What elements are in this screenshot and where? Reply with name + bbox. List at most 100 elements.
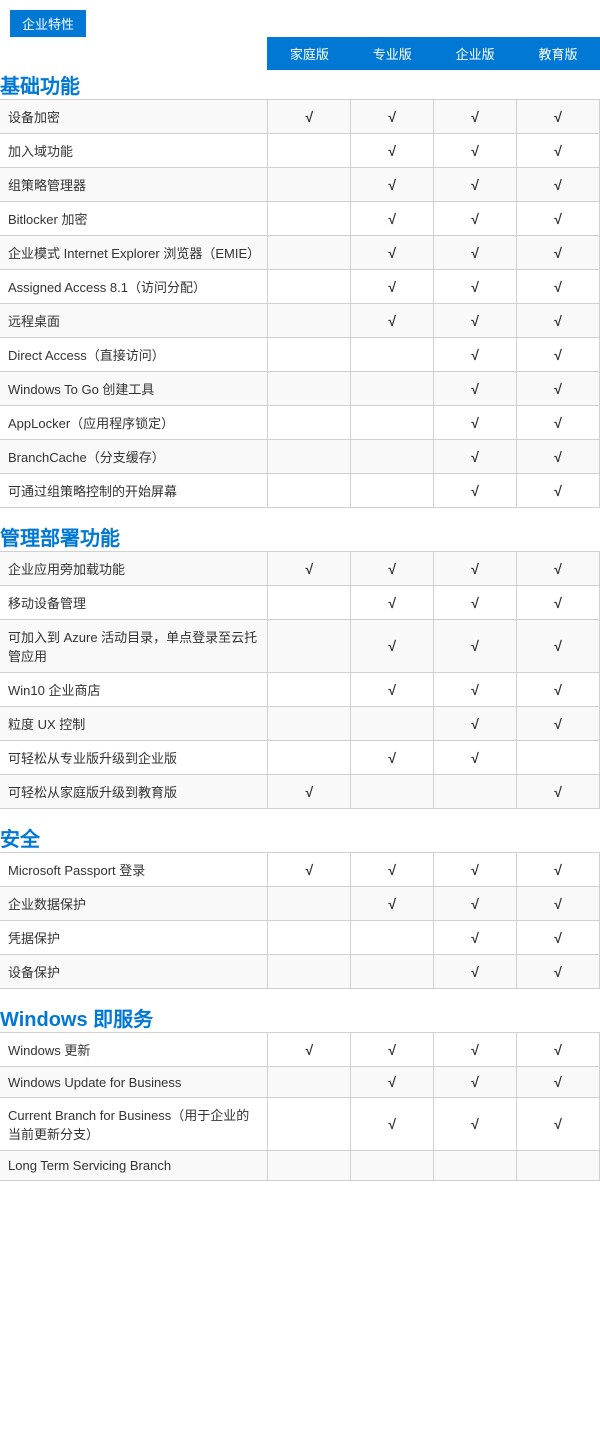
section-title-windows-service: Windows 即服务 xyxy=(0,1003,600,1033)
check-cell-pro: √ xyxy=(351,168,434,202)
table-row: 企业数据保护√√√ xyxy=(0,887,600,921)
check-cell-ent: √ xyxy=(434,100,517,134)
check-mark: √ xyxy=(554,638,562,654)
check-cell-ent: √ xyxy=(434,1098,517,1151)
check-cell-home xyxy=(268,236,351,270)
check-cell-home xyxy=(268,440,351,474)
check-cell-edu: √ xyxy=(517,620,600,673)
feature-cell: BranchCache（分支缓存） xyxy=(0,440,268,474)
feature-cell: 移动设备管理 xyxy=(0,586,268,620)
table-row: BranchCache（分支缓存） √ √ xyxy=(0,440,600,474)
table-row: 凭据保护√√ xyxy=(0,921,600,955)
table-row: Windows 更新√√√√ xyxy=(0,1033,600,1067)
check-mark: √ xyxy=(554,930,562,946)
check-cell-pro: √ xyxy=(351,236,434,270)
check-mark: √ xyxy=(471,561,479,577)
check-cell-ent: √ xyxy=(434,707,517,741)
table-row: 粒度 UX 控制√√ xyxy=(0,707,600,741)
check-cell-pro: √ xyxy=(351,1098,434,1151)
page-wrapper: 企业特性 家庭版 专业版 企业版 教育版 基础功能设备加密√√√√加入域功能√√… xyxy=(0,0,600,1181)
check-cell-home xyxy=(268,1067,351,1098)
check-cell-ent: √ xyxy=(434,955,517,989)
check-mark: √ xyxy=(471,177,479,193)
check-cell-edu: √ xyxy=(517,406,600,440)
check-cell-edu: √ xyxy=(517,921,600,955)
edu-header: 教育版 xyxy=(517,38,600,70)
check-cell-ent: √ xyxy=(434,202,517,236)
table-row: Win10 企业商店√√√ xyxy=(0,673,600,707)
check-cell-pro: √ xyxy=(351,202,434,236)
table-row: 组策略管理器 √ √ √ xyxy=(0,168,600,202)
check-mark: √ xyxy=(554,716,562,732)
table-row: Windows To Go 创建工具√√ xyxy=(0,372,600,406)
check-cell-edu: √ xyxy=(517,887,600,921)
check-mark: √ xyxy=(388,1042,396,1058)
check-mark: √ xyxy=(554,1116,562,1132)
check-cell-ent: √ xyxy=(434,552,517,586)
check-mark: √ xyxy=(388,682,396,698)
table-row: 设备加密√√√√ xyxy=(0,100,600,134)
check-mark: √ xyxy=(471,595,479,611)
check-cell-pro: √ xyxy=(351,1067,434,1098)
feature-cell: 加入域功能 xyxy=(0,134,268,168)
check-mark: √ xyxy=(471,381,479,397)
check-cell-home xyxy=(268,304,351,338)
check-cell-edu: √ xyxy=(517,236,600,270)
check-cell-edu: √ xyxy=(517,775,600,809)
check-mark: √ xyxy=(554,279,562,295)
check-mark: √ xyxy=(554,143,562,159)
check-cell-ent: √ xyxy=(434,236,517,270)
feature-cell: 可轻松从专业版升级到企业版 xyxy=(0,741,268,775)
check-cell-home xyxy=(268,707,351,741)
check-mark: √ xyxy=(554,381,562,397)
check-cell-pro xyxy=(351,474,434,508)
check-mark: √ xyxy=(388,211,396,227)
feature-cell: AppLocker（应用程序锁定） xyxy=(0,406,268,440)
check-mark: √ xyxy=(471,245,479,261)
table-row: 移动设备管理√√√ xyxy=(0,586,600,620)
check-mark: √ xyxy=(554,177,562,193)
check-mark: √ xyxy=(388,313,396,329)
feature-column-header xyxy=(0,38,268,70)
check-cell-ent: √ xyxy=(434,440,517,474)
check-mark: √ xyxy=(305,1042,313,1058)
table-row: 可轻松从专业版升级到企业版√√ xyxy=(0,741,600,775)
feature-cell: Current Branch for Business（用于企业的当前更新分支） xyxy=(0,1098,268,1151)
check-cell-edu: √ xyxy=(517,168,600,202)
check-cell-pro xyxy=(351,775,434,809)
check-cell-home xyxy=(268,887,351,921)
check-mark: √ xyxy=(554,1042,562,1058)
check-cell-home: √ xyxy=(268,1033,351,1067)
check-cell-ent: √ xyxy=(434,474,517,508)
feature-cell: 设备加密 xyxy=(0,100,268,134)
feature-cell: 组策略管理器 xyxy=(0,168,268,202)
table-row: 远程桌面√√√ xyxy=(0,304,600,338)
table-row: Windows Update for Business√√√ xyxy=(0,1067,600,1098)
check-mark: √ xyxy=(388,143,396,159)
feature-cell: 设备保护 xyxy=(0,955,268,989)
check-mark: √ xyxy=(305,784,313,800)
ent-header: 企业版 xyxy=(434,38,517,70)
check-mark: √ xyxy=(305,862,313,878)
check-cell-home xyxy=(268,270,351,304)
table-row: 设备保护 √ √ xyxy=(0,955,600,989)
check-cell-edu: √ xyxy=(517,270,600,304)
table-row: 可轻松从家庭版升级到教育版√√ xyxy=(0,775,600,809)
check-cell-edu: √ xyxy=(517,673,600,707)
feature-cell: Long Term Servicing Branch xyxy=(0,1151,268,1181)
check-mark: √ xyxy=(471,964,479,980)
check-mark: √ xyxy=(554,896,562,912)
check-cell-pro: √ xyxy=(351,1033,434,1067)
check-mark: √ xyxy=(554,964,562,980)
check-cell-home xyxy=(268,406,351,440)
check-cell-ent: √ xyxy=(434,887,517,921)
check-mark: √ xyxy=(554,313,562,329)
check-cell-edu xyxy=(517,741,600,775)
check-mark: √ xyxy=(554,449,562,465)
check-mark: √ xyxy=(305,561,313,577)
check-mark: √ xyxy=(305,109,313,125)
check-mark: √ xyxy=(554,109,562,125)
check-mark: √ xyxy=(471,1042,479,1058)
feature-cell: 凭据保护 xyxy=(0,921,268,955)
check-cell-pro: √ xyxy=(351,134,434,168)
